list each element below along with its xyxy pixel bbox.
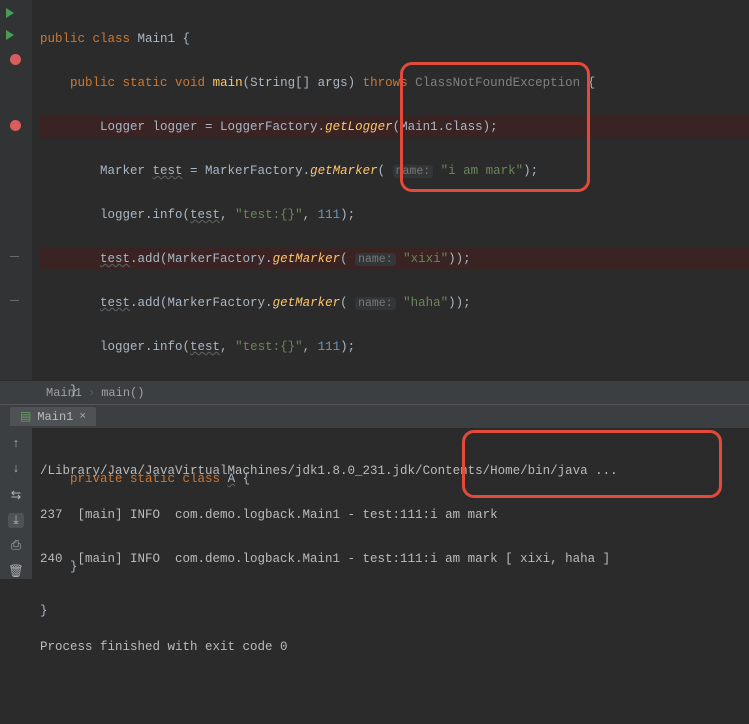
param-hint: name: <box>355 297 396 310</box>
code-text: (String[] args) <box>243 76 356 90</box>
console-line: Contents/Home/bin/java <box>423 464 588 478</box>
param-hint: name: <box>355 253 396 266</box>
string-literal: "test:{}" <box>235 340 303 354</box>
variable: test <box>190 340 220 354</box>
variable: test <box>100 252 130 266</box>
string-literal: "haha" <box>403 296 448 310</box>
console-line: /Library/Java/JavaVirtualMachines/jdk1.8… <box>40 464 423 478</box>
console-toolbar: ↑ ↓ ⇆ ⤓ ⎙ 🗑 <box>0 428 32 579</box>
up-icon[interactable]: ↑ <box>8 436 24 451</box>
keyword: throws <box>363 76 408 90</box>
soft-wrap-icon[interactable]: ⇆ <box>8 487 24 503</box>
variable: test <box>100 296 130 310</box>
code-text: ); <box>340 340 355 354</box>
code-text: )); <box>448 296 471 310</box>
code-text: , <box>220 340 235 354</box>
scroll-to-end-icon[interactable]: ⤓ <box>8 513 24 528</box>
variable: test <box>190 208 220 222</box>
code-text: )); <box>448 252 471 266</box>
code-text: , <box>303 208 318 222</box>
code-text: .add(MarkerFactory. <box>130 296 273 310</box>
code-text: = MarkerFactory. <box>183 164 311 178</box>
console-line: Process finished with exit code 0 <box>40 636 741 658</box>
code-text: ); <box>340 208 355 222</box>
run-config-icon: ▤ <box>20 409 31 424</box>
method-call: getMarker <box>273 296 341 310</box>
console-line: i am mark <box>430 508 498 522</box>
param-hint: name: <box>393 165 434 178</box>
method-call: getMarker <box>310 164 378 178</box>
console-output[interactable]: /Library/Java/JavaVirtualMachines/jdk1.8… <box>32 428 749 579</box>
console-line: 240 [main] INFO com.demo.logback.Main1 -… <box>40 552 430 566</box>
method-call: getLogger <box>325 120 393 134</box>
variable: test <box>153 164 183 178</box>
code-text: { <box>580 76 595 90</box>
code-editor[interactable]: public class Main1 { public static void … <box>32 0 749 380</box>
string-literal: "xixi" <box>403 252 448 266</box>
fold-icon[interactable] <box>10 300 22 312</box>
run-icon[interactable] <box>6 8 18 20</box>
method-call: getMarker <box>273 252 341 266</box>
code-text: (Main1.class); <box>393 120 498 134</box>
console-line: 237 [main] INFO com.demo.logback.Main1 -… <box>40 508 430 522</box>
code-text: , <box>220 208 235 222</box>
code-text: logger.info( <box>100 340 190 354</box>
code-text: { <box>175 32 190 46</box>
code-text: Logger logger = LoggerFactory. <box>100 120 325 134</box>
code-text: logger.info( <box>100 208 190 222</box>
code-text: } <box>40 380 749 402</box>
breakpoint-icon[interactable] <box>10 54 22 66</box>
keyword: public static void <box>70 76 205 90</box>
string-literal: "test:{}" <box>235 208 303 222</box>
string-literal: "i am mark" <box>441 164 524 178</box>
console-line: ... <box>588 464 618 478</box>
number-literal: 111 <box>318 340 341 354</box>
trash-icon[interactable]: 🗑 <box>8 564 24 579</box>
code-text: Marker <box>100 164 153 178</box>
console-line: i am mark [ xixi, haha ] <box>430 552 610 566</box>
breakpoint-icon[interactable] <box>10 120 22 132</box>
number-literal: 111 <box>318 208 341 222</box>
code-text: , <box>303 340 318 354</box>
code-text: ); <box>523 164 538 178</box>
run-icon[interactable] <box>6 30 18 42</box>
class-name: Main1 <box>138 32 176 46</box>
method-name: main <box>213 76 243 90</box>
editor-gutter <box>0 0 32 380</box>
console-panel: ↑ ↓ ⇆ ⤓ ⎙ 🗑 /Library/Java/JavaVirtualMac… <box>0 428 749 579</box>
print-icon[interactable]: ⎙ <box>8 538 24 553</box>
exception-name: ClassNotFoundException <box>415 76 580 90</box>
down-icon[interactable]: ↓ <box>8 461 24 476</box>
code-text: .add(MarkerFactory. <box>130 252 273 266</box>
editor-area: public class Main1 { public static void … <box>0 0 749 380</box>
fold-icon[interactable] <box>10 256 22 268</box>
keyword: public class <box>40 32 130 46</box>
